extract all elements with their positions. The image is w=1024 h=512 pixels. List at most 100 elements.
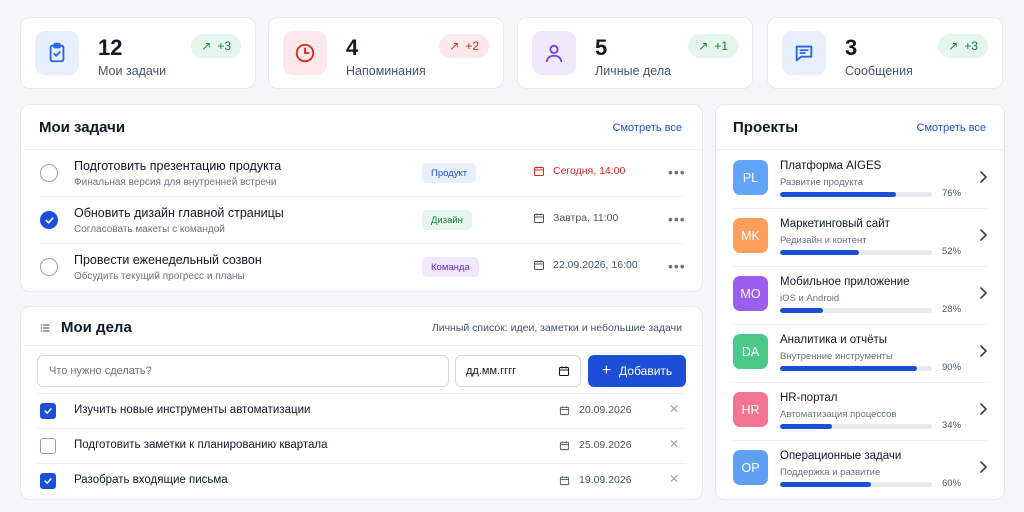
chevron-right-icon (980, 287, 988, 299)
todo-text: Изучить новые инструменты автоматизации (74, 404, 311, 416)
todo-title: Мои дела (61, 319, 132, 336)
task-title: Провести еженедельный созвон (74, 253, 262, 267)
delete-icon[interactable]: ✕ (669, 437, 679, 451)
stat-card-tasks[interactable]: 12 Мои задачи ↗ +3 (20, 17, 256, 89)
calendar-icon (558, 366, 570, 377)
project-avatar: MK (733, 218, 768, 253)
project-row[interactable]: MK Маркетинговый сайт Редизайн и контент… (716, 209, 1004, 267)
chat-icon (782, 31, 826, 75)
project-avatar: MO (733, 276, 768, 311)
more-options-icon[interactable]: ••• (668, 164, 686, 180)
projects-see-all-link[interactable]: Смотреть все (917, 122, 986, 134)
project-progress-bar (780, 250, 932, 255)
project-progress-label: 34% (942, 420, 962, 431)
project-avatar: HR (733, 392, 768, 427)
todo-subtitle: Личный список: идеи, заметки и небольшие… (431, 322, 682, 334)
todo-checkbox[interactable] (40, 438, 56, 454)
project-progress-bar (780, 482, 932, 487)
task-checkbox[interactable] (40, 258, 58, 276)
project-row[interactable]: MO Мобильное приложение iOS и Android 28… (716, 267, 1004, 325)
todo-date-input[interactable]: дд.мм.гггг (455, 355, 581, 387)
project-subtitle: iOS и Android (780, 293, 840, 304)
stat-delta-badge: ↗ +3 (938, 34, 988, 58)
task-row[interactable]: Обновить дизайн главной страницы Согласо… (21, 197, 702, 244)
tasks-see-all-link[interactable]: Смотреть все (613, 122, 682, 134)
todo-item[interactable]: Изучить новые инструменты автоматизации … (21, 393, 702, 428)
project-subtitle: Поддержка и развитие (780, 467, 881, 478)
task-row[interactable]: Провести еженедельный созвон Обсудить те… (21, 244, 702, 291)
project-progress-label: 90% (942, 362, 962, 373)
task-checkbox[interactable] (40, 164, 58, 182)
tasks-panel: Мои задачи Смотреть все Подготовить през… (20, 104, 703, 292)
task-tag: Дизайн (422, 210, 472, 230)
arrow-up-right-icon: ↗ (201, 39, 212, 53)
chevron-right-icon (980, 229, 988, 241)
check-icon (44, 478, 52, 484)
project-avatar: OP (733, 450, 768, 485)
todo-item[interactable]: Подготовить заметки к планированию кварт… (21, 428, 702, 463)
more-options-icon[interactable]: ••• (668, 211, 686, 227)
project-subtitle: Внутренние инструменты (780, 351, 893, 362)
calendar-icon (559, 440, 570, 450)
check-icon (44, 216, 54, 224)
todo-text: Подготовить заметки к планированию кварт… (74, 439, 328, 451)
todo-item[interactable]: Разобрать входящие письма 19.09.2026 ✕ (21, 463, 702, 498)
project-subtitle: Развитие продукта (780, 177, 864, 188)
todo-date: 19.09.2026 (559, 474, 632, 486)
todo-text-input[interactable]: Что нужно сделать? (37, 355, 449, 387)
chevron-right-icon (980, 345, 988, 357)
task-row[interactable]: Подготовить презентацию продукта Финальн… (21, 150, 702, 197)
project-row[interactable]: DA Аналитика и отчёты Внутренние инструм… (716, 325, 1004, 383)
project-progress-bar (780, 366, 932, 371)
stat-delta-badge: ↗ +3 (191, 34, 241, 58)
delete-icon[interactable]: ✕ (669, 402, 679, 416)
project-row[interactable]: PL Платформа AIGES Развитие продукта 76% (716, 151, 1004, 209)
stat-card-messages[interactable]: 3 Сообщения ↗ +3 (767, 17, 1003, 89)
todo-checkbox[interactable] (40, 473, 56, 489)
arrow-up-right-icon: ↗ (449, 39, 460, 53)
stat-value: 4 (346, 35, 359, 60)
project-name: Операционные задачи (780, 450, 902, 462)
stat-card-personal[interactable]: 5 Личные дела ↗ +1 (517, 17, 753, 89)
calendar-icon (534, 166, 544, 176)
project-subtitle: Редизайн и контент (780, 235, 867, 246)
chevron-right-icon (980, 461, 988, 473)
project-name: HR-портал (780, 392, 838, 404)
project-avatar: DA (733, 334, 768, 369)
project-progress-bar (780, 192, 932, 197)
add-todo-button[interactable]: + Добавить (588, 355, 686, 387)
todo-checkbox[interactable] (40, 403, 56, 419)
stat-value: 3 (845, 35, 858, 60)
tasks-title: Мои задачи (39, 119, 126, 136)
projects-panel: Проекты Смотреть все PL Платформа AIGES … (715, 104, 1005, 500)
project-row[interactable]: HR HR-портал Автоматизация процессов 34% (716, 383, 1004, 441)
project-subtitle: Автоматизация процессов (780, 409, 897, 420)
arrow-up-right-icon: ↗ (948, 39, 959, 53)
project-progress-label: 76% (942, 188, 962, 199)
project-row[interactable]: OP Операционные задачи Поддержка и разви… (716, 441, 1004, 499)
task-subtitle: Согласовать макеты с командой (74, 224, 225, 235)
stat-value: 12 (98, 35, 123, 60)
task-tag: Команда (422, 257, 479, 277)
plus-icon: + (601, 362, 612, 379)
project-progress-label: 28% (942, 304, 962, 315)
stat-label: Напоминания (346, 64, 426, 78)
delete-icon[interactable]: ✕ (669, 472, 679, 486)
calendar-icon (534, 213, 544, 223)
todo-date: 25.09.2026 (559, 439, 632, 451)
task-due-date: Сегодня, 14:00 (533, 165, 625, 177)
more-options-icon[interactable]: ••• (668, 258, 686, 274)
stat-delta-badge: ↗ +2 (439, 34, 489, 58)
task-subtitle: Обсудить текущий прогресс и планы (74, 271, 245, 282)
project-name: Мобильное приложение (780, 276, 910, 288)
task-subtitle: Финальная версия для внутренней встречи (74, 177, 277, 188)
task-checkbox[interactable] (40, 211, 58, 229)
task-tag: Продукт (422, 163, 477, 183)
task-due-date: 22.09.2026, 16:00 (533, 259, 638, 271)
chevron-right-icon (980, 403, 988, 415)
task-title: Подготовить презентацию продукта (74, 159, 282, 173)
stat-delta-badge: ↗ +1 (688, 34, 738, 58)
projects-title: Проекты (733, 119, 799, 136)
stat-card-reminders[interactable]: 4 Напоминания ↗ +2 (268, 17, 504, 89)
project-name: Аналитика и отчёты (780, 334, 888, 346)
